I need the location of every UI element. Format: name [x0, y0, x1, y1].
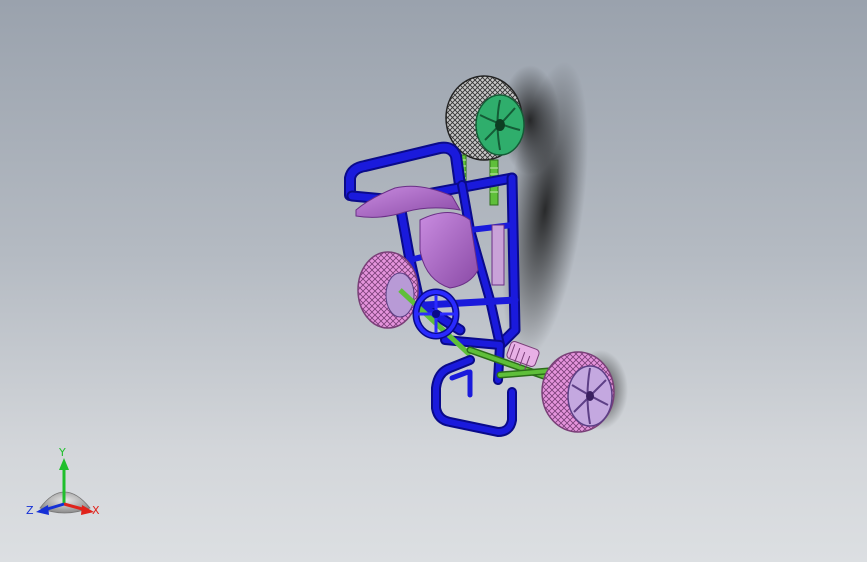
graphics-viewport[interactable]: Y X Z [0, 0, 867, 562]
triad-x-label: X [92, 504, 100, 517]
front-left-wheel[interactable] [357, 251, 419, 329]
reference-triad: Y X Z [26, 446, 100, 517]
triad-y-label: Y [58, 446, 66, 459]
triad-z-label: Z [26, 504, 34, 517]
go-kart-model[interactable] [0, 0, 867, 562]
front-right-wheel[interactable] [541, 351, 615, 433]
